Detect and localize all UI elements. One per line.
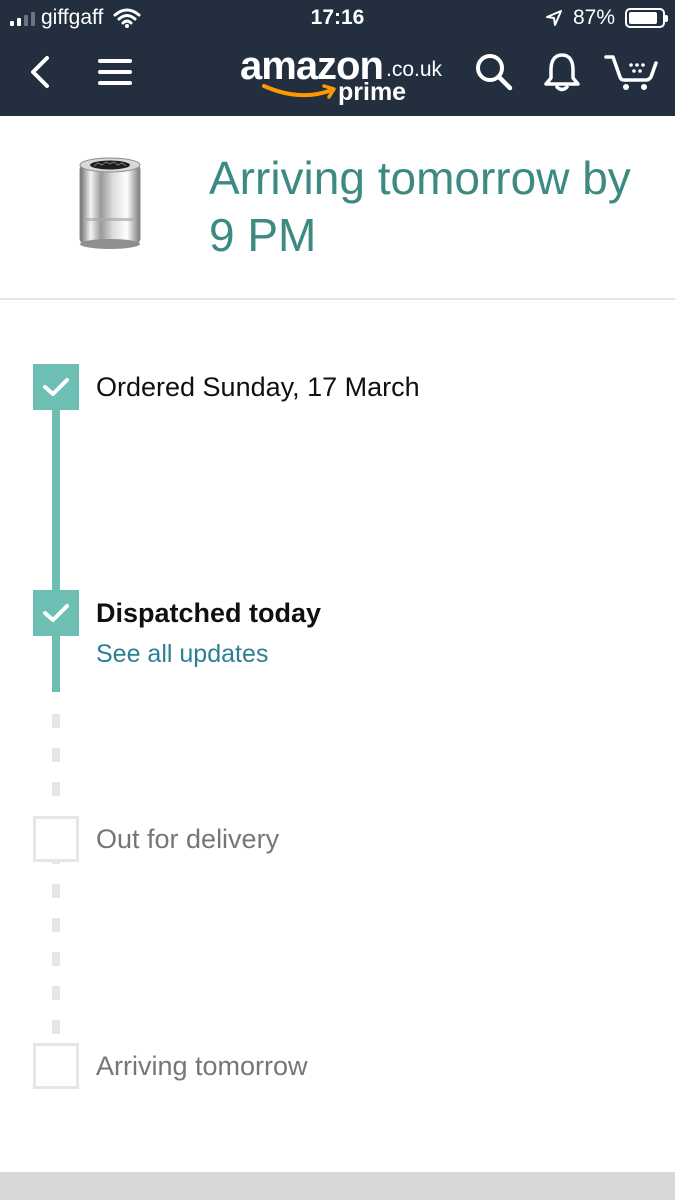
section-divider bbox=[0, 1172, 675, 1200]
arrival-headline: Arriving tomorrow by 9 PM bbox=[209, 152, 631, 261]
app-header: giffgaff 17:16 87% amazon .co.uk prime bbox=[0, 0, 675, 116]
search-icon[interactable] bbox=[472, 50, 516, 94]
status-bar: giffgaff 17:16 87% bbox=[0, 0, 675, 38]
location-arrow-icon bbox=[545, 10, 562, 26]
tracking-timeline: Ordered Sunday, 17 March Dispatched toda… bbox=[0, 302, 675, 1172]
nav-bar: amazon .co.uk prime bbox=[0, 38, 675, 116]
step-label-arriving: Arriving tomorrow bbox=[96, 1051, 308, 1081]
step-box-out-for-delivery bbox=[33, 816, 79, 862]
cart-icon[interactable] bbox=[604, 50, 658, 94]
amazon-prime-logo[interactable]: amazon .co.uk prime bbox=[240, 44, 450, 110]
menu-icon[interactable] bbox=[93, 50, 137, 94]
amazon-smile-icon bbox=[262, 84, 336, 99]
step-check-dispatched bbox=[33, 590, 79, 636]
product-image[interactable] bbox=[76, 156, 144, 250]
step-box-arriving bbox=[33, 1043, 79, 1089]
back-arrow-icon[interactable] bbox=[18, 50, 62, 94]
step-label-ordered: Ordered Sunday, 17 March bbox=[96, 372, 420, 402]
see-all-updates-link[interactable]: See all updates bbox=[96, 640, 268, 669]
step-label-out-for-delivery: Out for delivery bbox=[96, 824, 280, 854]
step-label-dispatched: Dispatched today bbox=[96, 598, 322, 628]
battery-icon bbox=[625, 8, 668, 28]
pending-line bbox=[52, 714, 60, 1044]
bell-icon[interactable] bbox=[540, 50, 584, 94]
step-check-ordered bbox=[33, 364, 79, 410]
delivery-summary: Arriving tomorrow by 9 PM bbox=[0, 116, 675, 300]
checkmark-icon bbox=[43, 604, 69, 622]
logo-prime: prime bbox=[338, 78, 407, 106]
progress-line bbox=[52, 402, 60, 692]
status-right: 87% bbox=[545, 6, 668, 30]
checkmark-icon bbox=[43, 378, 69, 396]
battery-percent: 87% bbox=[572, 6, 615, 29]
